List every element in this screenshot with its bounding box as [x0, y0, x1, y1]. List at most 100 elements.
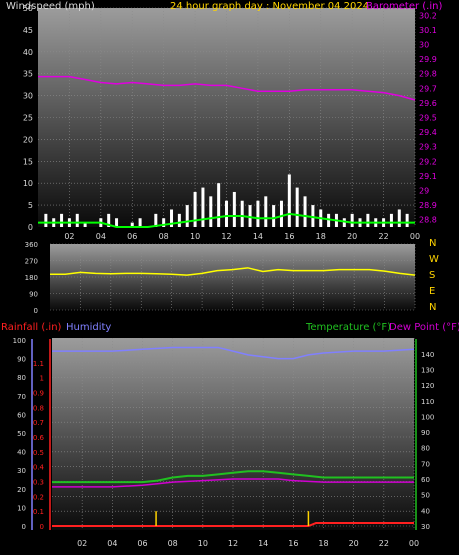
- barometer-tick-label: 29.5: [419, 114, 437, 123]
- temperature-tick-label: 130: [421, 366, 434, 374]
- rainfall-tick-label: 0.8: [33, 404, 44, 412]
- weather-chart: 05101520253035404550 28.828.92929.129.22…: [1, 1, 459, 548]
- climate-x-tick-label: 16: [288, 539, 298, 548]
- climate-x-tick-label: 12: [228, 539, 238, 548]
- climate-x-tick-label: 14: [258, 539, 268, 548]
- barometer-tick-label: 29: [419, 187, 429, 196]
- compass-letter: N: [429, 302, 436, 313]
- barometer-tick-label: 30.1: [419, 26, 437, 35]
- windspeed-tick-label: 40: [23, 48, 33, 57]
- rainfall-tick-label: 0.6: [33, 434, 45, 442]
- humidity-axis-label: Humidity: [66, 322, 111, 333]
- temperature-tick-label: 120: [421, 382, 434, 390]
- humidity-tick-label: 0: [22, 523, 26, 531]
- rainfall-tick-label: 0.9: [33, 390, 44, 398]
- windspeed-tick-label: 30: [23, 92, 33, 101]
- climate-x-tick-label: 18: [318, 539, 328, 548]
- rainfall-tick-label: 0.4: [33, 464, 45, 472]
- temperature-axis-label: Temperature (°F): [305, 322, 391, 333]
- climate-x-tick-label: 20: [349, 539, 359, 548]
- humidity-tick-label: 20: [17, 486, 26, 494]
- barometer-tick-label: 29.6: [419, 99, 437, 108]
- windspeed-tick-label: 45: [23, 26, 33, 35]
- barometer-tick-label: 29.3: [419, 143, 437, 152]
- compass-letter: W: [429, 254, 439, 265]
- rainfall-tick-label: 0.5: [33, 449, 44, 457]
- humidity-tick-label: 80: [17, 374, 26, 382]
- direction-tick-label: 90: [29, 291, 38, 299]
- windspeed-tick-label: 25: [23, 114, 33, 123]
- climate-x-tick-label: 10: [198, 539, 208, 548]
- compass-letter: E: [429, 286, 435, 297]
- humidity-tick-label: 90: [17, 356, 26, 364]
- barometer-tick-label: 28.8: [419, 216, 437, 225]
- climate-x-tick-label: 02: [77, 539, 87, 548]
- wind-x-tick-label: 16: [284, 232, 294, 241]
- temperature-tick-label: 80: [421, 445, 430, 453]
- humidity-tick-label: 40: [17, 449, 26, 457]
- temperature-tick-label: 140: [421, 351, 434, 359]
- wind-x-tick-label: 12: [221, 232, 231, 241]
- direction-tick-label: 360: [25, 241, 38, 249]
- humidity-ticks: 0 10 20 30 40 50 60 70 80 90 100: [13, 337, 26, 531]
- wind-x-tick-label: 08: [159, 232, 169, 241]
- windspeed-tick-label: 10: [23, 179, 33, 188]
- windspeed-tick-label: 35: [23, 70, 33, 79]
- rainfall-tick-label: 0.2: [33, 493, 44, 501]
- temperature-tick-label: 50: [421, 492, 430, 500]
- barometer-tick-label: 29.2: [419, 157, 437, 166]
- chart-title: 24 hour graph day : November 04 2024: [170, 1, 369, 12]
- rainfall-tick-label: 0.3: [33, 479, 44, 487]
- direction-tick-label: 0: [34, 307, 38, 315]
- temperature-tick-label: 90: [421, 429, 430, 437]
- humidity-tick-label: 30: [17, 467, 26, 475]
- rainfall-tick-label: 1: [40, 375, 44, 383]
- rainfall-tick-label: 0.7: [33, 419, 44, 427]
- barometer-y-ticks: 28.8 28.9 29 29.1 29.2 29.3 29.4 29.5 29.6 29.7 29…: [419, 11, 437, 224]
- windspeed-axis-label: Windspeed (mph): [6, 1, 95, 12]
- barometer-tick-label: 29.4: [419, 128, 437, 137]
- rainfall-tick-label: 1.1: [33, 360, 44, 368]
- wind-x-tick-label: 02: [64, 232, 74, 241]
- windspeed-tick-label: 0: [28, 223, 33, 232]
- wind-x-tick-label: 10: [190, 232, 200, 241]
- barometer-tick-label: 29.9: [419, 55, 437, 64]
- barometer-tick-label: 28.9: [419, 201, 437, 210]
- temperature-tick-label: 30: [421, 523, 430, 531]
- barometer-tick-label: 29.1: [419, 172, 437, 181]
- wind-x-tick-label: 18: [316, 232, 326, 241]
- temperature-tick-label: 40: [421, 507, 430, 515]
- compass-letter-ticks: NWSEN: [429, 238, 439, 313]
- temperature-ticks: 30 40 50 60 70 80 90 100 110 120 130 140: [421, 351, 434, 531]
- climate-x-tick-label: 22: [379, 539, 389, 548]
- compass-letter: S: [429, 270, 435, 281]
- climate-x-ticks: 02 04 06 08 10 12 14 16 18 20 22 00: [77, 539, 419, 548]
- humidity-tick-label: 60: [17, 411, 26, 419]
- humidity-tick-label: 100: [13, 337, 26, 345]
- rainfall-axis-label: Rainfall (.in): [1, 322, 62, 333]
- climate-x-tick-label: 06: [137, 539, 147, 548]
- windspeed-tick-label: 5: [28, 201, 33, 210]
- windspeed-tick-label: 20: [23, 135, 33, 144]
- wind-x-tick-label: 20: [347, 232, 357, 241]
- temperature-tick-label: 110: [421, 398, 434, 406]
- barometer-tick-label: 30.2: [419, 11, 437, 20]
- temperature-tick-label: 70: [421, 460, 430, 468]
- wind-x-tick-label: 22: [378, 232, 388, 241]
- rainfall-tick-label: 0.1: [33, 508, 44, 516]
- barometer-tick-label: 30: [419, 41, 429, 50]
- barometer-tick-label: 29.7: [419, 84, 437, 93]
- wind-x-tick-label: 04: [96, 232, 106, 241]
- climate-x-tick-label: 04: [107, 539, 117, 548]
- climate-x-tick-label: 00: [409, 539, 419, 548]
- compass-letter: N: [429, 238, 436, 249]
- windspeed-y-ticks: 05101520253035404550: [23, 4, 33, 232]
- temperature-tick-label: 60: [421, 476, 430, 484]
- rainfall-ticks: 0 0.1 0.2 0.3 0.4 0.5 0.6 0.7 0.8 0.9 1 1.1: [33, 360, 45, 531]
- humidity-tick-label: 10: [17, 504, 26, 512]
- direction-tick-label: 180: [25, 274, 38, 282]
- climate-x-tick-label: 08: [168, 539, 178, 548]
- wind-x-tick-label: 00: [410, 232, 420, 241]
- wind-x-ticks: 02 04 06 08 10 12 14 16 18 20 22 00: [64, 232, 420, 241]
- rainfall-tick-label: 0: [40, 523, 44, 531]
